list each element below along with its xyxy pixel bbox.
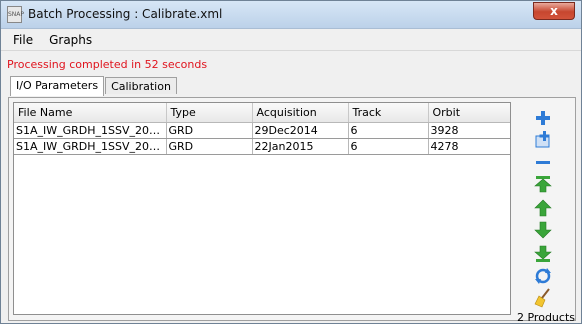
- move-up-icon: [534, 199, 552, 217]
- menu-graphs[interactable]: Graphs: [41, 33, 100, 47]
- column-header-acquisition[interactable]: Acquisition: [252, 103, 349, 123]
- column-header-track[interactable]: Track: [348, 103, 429, 123]
- add-opened-icon: [535, 131, 550, 148]
- move-bottom-icon: [534, 245, 552, 262]
- table-row[interactable]: S1A_IW_GRDH_1SSV_2015... GRD 22Jan2015 6…: [14, 138, 510, 155]
- add-opened-button[interactable]: [533, 130, 553, 150]
- cell-track: 6: [348, 138, 429, 155]
- app-icon: SNAP: [7, 6, 24, 23]
- table-toolbar: 2 Products: [515, 102, 575, 323]
- product-count: 2 Products: [517, 311, 575, 324]
- cell-acquisition: 22Jan2015: [252, 138, 349, 155]
- cell-file-name: S1A_IW_GRDH_1SSV_2015...: [14, 138, 167, 155]
- move-down-button[interactable]: [533, 220, 553, 240]
- remove-button[interactable]: [533, 152, 553, 172]
- cell-acquisition: 29Dec2014: [252, 122, 349, 139]
- add-button[interactable]: [533, 108, 553, 128]
- move-top-icon: [534, 176, 552, 193]
- tab-strip: I/O Parameters Calibration: [10, 76, 178, 96]
- cell-orbit: 4278: [428, 138, 510, 155]
- cell-type: GRD: [166, 122, 253, 139]
- window-title: Batch Processing : Calibrate.xml: [28, 7, 223, 21]
- title-bar[interactable]: SNAP Batch Processing : Calibrate.xml x: [1, 1, 581, 29]
- column-header-file-name[interactable]: File Name: [14, 103, 167, 123]
- column-header-orbit[interactable]: Orbit: [428, 103, 510, 123]
- move-up-button[interactable]: [533, 198, 553, 218]
- table-header-row: File Name Type Acquisition Track Orbit: [14, 103, 510, 123]
- cell-orbit: 3928: [428, 122, 510, 139]
- cell-file-name: S1A_IW_GRDH_1SSV_2014...: [14, 122, 167, 139]
- cell-type: GRD: [166, 138, 253, 155]
- menu-bar: File Graphs: [1, 29, 581, 51]
- close-button[interactable]: x: [533, 2, 575, 20]
- remove-icon: [536, 161, 550, 164]
- refresh-icon: [535, 268, 551, 284]
- move-bottom-button[interactable]: [533, 244, 553, 264]
- status-message: Processing completed in 52 seconds: [7, 58, 208, 71]
- menu-file[interactable]: File: [5, 33, 41, 47]
- io-parameters-panel: File Name Type Acquisition Track Orbit S…: [8, 97, 576, 323]
- product-table[interactable]: File Name Type Acquisition Track Orbit S…: [13, 102, 511, 315]
- column-header-type[interactable]: Type: [166, 103, 253, 123]
- move-top-button[interactable]: [533, 174, 553, 194]
- clear-button[interactable]: [533, 288, 553, 308]
- table-row[interactable]: S1A_IW_GRDH_1SSV_2014... GRD 29Dec2014 6…: [14, 122, 510, 139]
- add-icon: [536, 111, 550, 125]
- tab-io-parameters[interactable]: I/O Parameters: [10, 76, 105, 96]
- batch-processing-window: SNAP Batch Processing : Calibrate.xml x …: [0, 0, 582, 324]
- tab-calibration[interactable]: Calibration: [105, 77, 177, 94]
- refresh-button[interactable]: [533, 266, 553, 286]
- broom-icon: [534, 288, 550, 308]
- cell-track: 6: [348, 122, 429, 139]
- move-down-icon: [534, 221, 552, 239]
